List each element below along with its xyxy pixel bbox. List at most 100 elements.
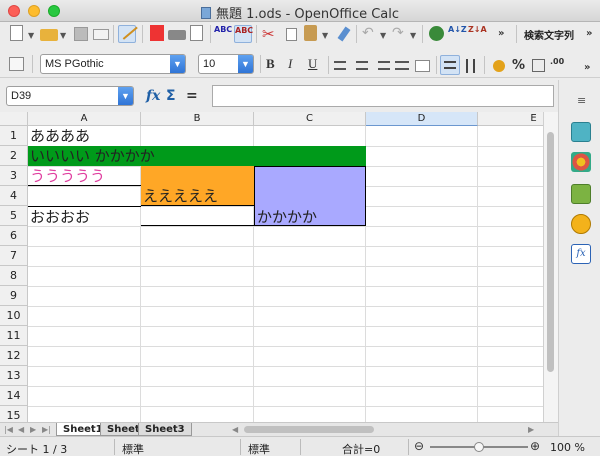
chevron-down-icon[interactable]: ▼ bbox=[238, 55, 253, 73]
row-header-12[interactable]: 12 bbox=[0, 346, 28, 366]
cell-c3-merged[interactable]: かかかか bbox=[254, 166, 366, 226]
currency-format-button[interactable] bbox=[490, 57, 508, 75]
row-header-7[interactable]: 7 bbox=[0, 246, 28, 266]
properties-icon[interactable] bbox=[571, 122, 591, 142]
first-sheet-icon[interactable]: |◀ bbox=[4, 425, 13, 434]
open-dropdown-arrow-icon[interactable]: ▼ bbox=[60, 31, 66, 40]
formula-input[interactable] bbox=[212, 85, 554, 107]
row-header-5[interactable]: 5 bbox=[0, 206, 28, 226]
cell-a3[interactable]: ううううう bbox=[28, 166, 141, 186]
copy-button[interactable] bbox=[282, 25, 300, 43]
scroll-right-icon[interactable]: ▶ bbox=[528, 425, 534, 434]
column-header-e[interactable]: E bbox=[478, 112, 543, 126]
last-sheet-icon[interactable]: ▶| bbox=[42, 425, 51, 434]
open-button[interactable] bbox=[40, 25, 58, 43]
text-direction-ltr-button[interactable] bbox=[440, 55, 460, 75]
paste-dropdown-arrow-icon[interactable]: ▼ bbox=[322, 31, 328, 40]
cell-a1[interactable]: ああああ bbox=[28, 126, 141, 146]
navigator-icon[interactable] bbox=[571, 214, 591, 234]
autospellcheck-button[interactable]: ABC bbox=[234, 25, 253, 43]
next-sheet-icon[interactable]: ▶ bbox=[30, 425, 36, 434]
formatting-overflow-icon[interactable]: » bbox=[584, 62, 590, 73]
functions-icon[interactable]: fx bbox=[571, 244, 591, 264]
function-wizard-button[interactable]: fx bbox=[146, 88, 160, 104]
clone-formatting-button[interactable] bbox=[334, 25, 352, 43]
undo-dropdown-arrow-icon[interactable]: ▼ bbox=[380, 31, 386, 40]
paste-button[interactable] bbox=[302, 25, 320, 43]
gallery-icon[interactable] bbox=[571, 184, 591, 204]
vertical-scrollbar[interactable] bbox=[543, 112, 558, 422]
name-box[interactable]: D39 ▼ bbox=[6, 86, 134, 106]
sort-ascending-button[interactable]: A↓Z bbox=[448, 25, 467, 43]
row-header-8[interactable]: 8 bbox=[0, 266, 28, 286]
row-header-15[interactable]: 15 bbox=[0, 406, 28, 422]
column-header-d[interactable]: D bbox=[366, 112, 478, 126]
cell-b3[interactable] bbox=[141, 166, 254, 186]
spreadsheet-grid[interactable]: A B C D E 1 2 3 4 5 6 7 8 9 10 11 12 13 … bbox=[0, 112, 543, 422]
row-header-3[interactable]: 3 bbox=[0, 166, 28, 186]
styles-icon[interactable] bbox=[571, 152, 591, 172]
cell-b5[interactable] bbox=[141, 206, 254, 226]
edit-mode-button[interactable] bbox=[118, 21, 138, 43]
column-header-c[interactable]: C bbox=[254, 112, 366, 126]
select-all-corner[interactable] bbox=[0, 112, 28, 126]
zoom-level[interactable]: 100 % bbox=[550, 441, 585, 454]
justify-button[interactable] bbox=[394, 57, 412, 75]
merge-cells-button[interactable] bbox=[414, 57, 432, 75]
redo-button[interactable]: ↷ bbox=[392, 25, 410, 43]
save-button[interactable] bbox=[72, 25, 90, 43]
font-name-combo[interactable]: MS PGothic ▼ bbox=[40, 54, 186, 74]
function-equals-button[interactable]: = bbox=[186, 88, 198, 104]
find-text-label[interactable]: 検索文字列 bbox=[524, 27, 574, 42]
toolbar-overflow-icon[interactable]: » bbox=[498, 28, 504, 39]
row-header-6[interactable]: 6 bbox=[0, 226, 28, 246]
print-preview-button[interactable] bbox=[188, 25, 206, 43]
text-direction-ttb-button[interactable] bbox=[462, 57, 480, 75]
prev-sheet-icon[interactable]: ◀ bbox=[18, 425, 24, 434]
cell-a5[interactable]: おおおお bbox=[28, 206, 141, 226]
undo-button[interactable]: ↶ bbox=[362, 25, 380, 43]
cut-button[interactable]: ✂ bbox=[262, 25, 280, 43]
chevron-down-icon[interactable]: ▼ bbox=[118, 87, 133, 105]
zoom-out-icon[interactable]: ⊖ bbox=[414, 439, 424, 453]
align-center-button[interactable] bbox=[354, 57, 372, 75]
font-size-combo[interactable]: 10 ▼ bbox=[198, 54, 254, 74]
spellcheck-button[interactable]: ABC bbox=[214, 25, 232, 43]
align-left-button[interactable] bbox=[334, 57, 352, 75]
italic-button[interactable]: I bbox=[288, 56, 292, 72]
align-right-button[interactable] bbox=[374, 57, 392, 75]
new-document-button[interactable] bbox=[8, 25, 26, 43]
zoom-in-icon[interactable]: ⊕ bbox=[530, 439, 540, 453]
email-button[interactable] bbox=[92, 25, 110, 43]
row-header-14[interactable]: 14 bbox=[0, 386, 28, 406]
mode-status[interactable]: 標準 bbox=[248, 441, 270, 456]
row-header-11[interactable]: 11 bbox=[0, 326, 28, 346]
hyperlink-button[interactable] bbox=[428, 25, 446, 43]
sum-button[interactable]: Σ bbox=[166, 88, 176, 104]
zoom-slider-handle[interactable] bbox=[474, 442, 484, 452]
add-decimal-button[interactable]: .00 bbox=[550, 57, 568, 75]
sidebar-menu-icon[interactable]: ≡ bbox=[577, 94, 586, 107]
row-header-2[interactable]: 2 bbox=[0, 146, 28, 166]
row-header-4[interactable]: 4 bbox=[0, 186, 28, 206]
cell-b4[interactable]: えええええ bbox=[141, 186, 254, 206]
styles-formatting-button[interactable] bbox=[8, 55, 26, 73]
redo-dropdown-arrow-icon[interactable]: ▼ bbox=[410, 31, 416, 40]
sort-descending-button[interactable]: Z↓A bbox=[468, 25, 487, 43]
percent-format-button[interactable]: % bbox=[512, 58, 525, 73]
print-button[interactable] bbox=[168, 25, 186, 43]
column-header-b[interactable]: B bbox=[141, 112, 254, 126]
horizontal-scrollbar-thumb[interactable] bbox=[244, 426, 374, 433]
scrollbar-thumb[interactable] bbox=[547, 132, 554, 372]
row-header-13[interactable]: 13 bbox=[0, 366, 28, 386]
cell-a2-merged[interactable]: いいいい かかかか bbox=[28, 146, 366, 166]
underline-button[interactable]: U bbox=[308, 56, 317, 72]
row-header-1[interactable]: 1 bbox=[0, 126, 28, 146]
scroll-left-icon[interactable]: ◀ bbox=[232, 425, 238, 434]
column-header-a[interactable]: A bbox=[28, 112, 141, 126]
row-header-10[interactable]: 10 bbox=[0, 306, 28, 326]
page-style-status[interactable]: 標準 bbox=[122, 441, 144, 456]
standard-format-button[interactable] bbox=[530, 57, 548, 75]
new-dropdown-arrow-icon[interactable]: ▼ bbox=[28, 31, 34, 40]
bold-button[interactable]: B bbox=[266, 56, 275, 72]
